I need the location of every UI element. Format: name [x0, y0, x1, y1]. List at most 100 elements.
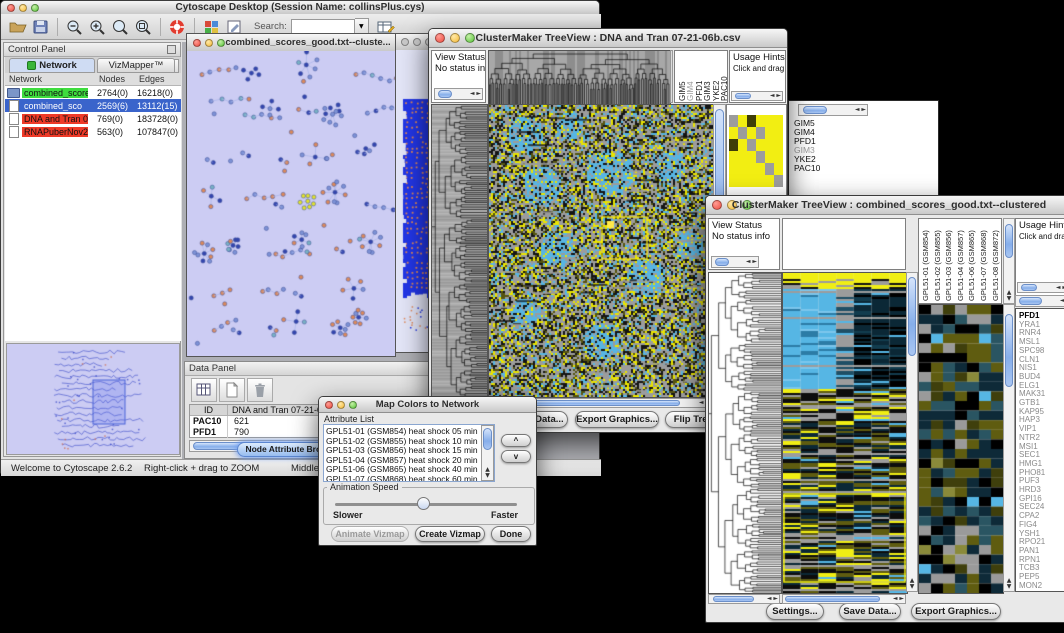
search-input[interactable] — [291, 19, 355, 34]
gene-label[interactable]: NTR2 — [1019, 433, 1040, 442]
column-label[interactable]: GPL51-02 (GSM855) — [933, 221, 942, 301]
scroll-arrows-icon[interactable]: ▲▼ — [1004, 290, 1014, 302]
float-panel-icon[interactable] — [167, 45, 176, 54]
heatmap-cell[interactable] — [774, 115, 783, 127]
gene-label[interactable]: BUD4 — [1019, 372, 1040, 381]
animate-vizmap-button[interactable]: Animate Vizmap — [331, 526, 409, 542]
gene-label[interactable]: CLN1 — [1019, 355, 1039, 364]
zoom-fit-icon[interactable] — [132, 17, 155, 37]
close-button[interactable] — [401, 38, 409, 46]
row-dendrogram[interactable] — [431, 104, 488, 398]
zoomed-heatmap[interactable] — [729, 115, 783, 187]
scrollbar-thumb[interactable] — [715, 258, 729, 266]
window-titlebar[interactable]: Map Colors to Network — [319, 397, 536, 413]
scrollbar-thumb[interactable] — [483, 428, 492, 451]
window-titlebar[interactable]: ClusterMaker TreeView : combined_scores_… — [706, 196, 1064, 215]
heatmap-cell[interactable] — [774, 175, 783, 187]
minimize-button[interactable] — [413, 38, 421, 46]
heatmap-cell[interactable] — [738, 127, 747, 139]
scroll-arrows-icon[interactable]: ◄ ► — [1060, 298, 1064, 304]
gene-label[interactable]: RNR4 — [1019, 328, 1041, 337]
gene-label[interactable]: HRD3 — [1019, 485, 1041, 494]
gene-label[interactable]: MON2 — [1019, 581, 1042, 590]
scrollbar-thumb[interactable] — [438, 90, 452, 98]
column-dendrogram[interactable] — [488, 50, 671, 105]
heatmap-cell[interactable] — [756, 127, 765, 139]
heatmap-cell[interactable] — [729, 139, 738, 151]
heatmap-cell[interactable] — [756, 115, 765, 127]
heatmap-cell[interactable] — [729, 115, 738, 127]
scroll-arrows-icon[interactable]: ◄ ► — [470, 91, 481, 97]
heatmap-cell[interactable] — [765, 163, 774, 175]
gene-label[interactable]: HMG1 — [1019, 459, 1042, 468]
scrollbar[interactable]: ◄ ► — [711, 256, 759, 268]
scrollbar-thumb[interactable] — [908, 277, 916, 356]
scrollbar[interactable]: ◄ ► — [708, 594, 780, 604]
gene-label[interactable]: MAK31 — [1019, 389, 1045, 398]
attribute-list-item[interactable]: GPL51-03 (GSM856) heat shock 15 min — [326, 445, 478, 455]
scrollbar-thumb[interactable] — [1005, 224, 1013, 258]
column-label[interactable]: GPL51-08 (GSM872) — [991, 221, 1000, 301]
speed-slider-thumb[interactable] — [417, 497, 430, 510]
gene-label[interactable]: PHO81 — [1019, 468, 1045, 477]
gene-label[interactable]: MSI1 — [1019, 442, 1038, 451]
move-down-button[interactable]: v — [501, 450, 531, 463]
heatmap-cell[interactable] — [747, 151, 756, 163]
table-cell-id[interactable]: PFD1 — [190, 427, 228, 438]
heatmap-zoom-view[interactable] — [918, 304, 1004, 594]
heatmap-cell[interactable] — [774, 151, 783, 163]
scrollbar-thumb[interactable] — [713, 596, 754, 602]
scroll-arrows-icon[interactable]: ▲▼ — [907, 578, 917, 590]
gene-label[interactable]: PFD1 — [1019, 311, 1039, 320]
scrollbar-thumb[interactable] — [1019, 297, 1042, 305]
gene-label[interactable]: RPO21 — [1019, 537, 1045, 546]
scroll-arrows-icon[interactable]: ◄ ► — [1056, 285, 1064, 291]
gene-label[interactable]: GPI16 — [1019, 494, 1042, 503]
scroll-arrows-icon[interactable]: ◄ ► — [893, 596, 904, 602]
zoom-selected-icon[interactable] — [109, 17, 132, 37]
scrollbar-thumb[interactable] — [785, 596, 880, 602]
gene-label[interactable]: TCB3 — [1019, 563, 1039, 572]
network-list-item[interactable]: DNA and Tran 07769(0)183728(0) — [5, 112, 181, 125]
open-session-icon[interactable] — [6, 17, 29, 37]
table-cell-id[interactable]: PAC10 — [190, 416, 228, 427]
gene-label[interactable]: VIP1 — [1019, 424, 1036, 433]
scrollbar[interactable]: ▲▼ — [1003, 218, 1015, 304]
heatmap-cell[interactable] — [738, 163, 747, 175]
window-titlebar[interactable]: ClusterMaker TreeView : DNA and Tran 07-… — [429, 29, 787, 48]
heatmap-cell[interactable] — [729, 151, 738, 163]
gene-label[interactable]: CPA2 — [1019, 511, 1039, 520]
attribute-list-item[interactable]: GPL51-06 (GSM865) heat shock 40 min — [326, 464, 478, 474]
scrollbar[interactable]: ◄ ► — [798, 104, 868, 116]
attribute-select-icon[interactable] — [191, 378, 217, 402]
scroll-arrows-icon[interactable]: ◄ ► — [746, 259, 757, 265]
gene-label[interactable]: YRA1 — [1019, 320, 1040, 329]
zoom-out-icon[interactable] — [63, 17, 86, 37]
gene-label[interactable]: HAP3 — [1019, 415, 1040, 424]
heatmap-cell[interactable] — [765, 151, 774, 163]
heatmap-cell[interactable] — [747, 175, 756, 187]
gene-label[interactable]: SEC24 — [1019, 502, 1044, 511]
gene-label[interactable]: RPN1 — [1019, 555, 1040, 564]
heatmap-cell[interactable] — [747, 163, 756, 175]
scroll-arrows-icon[interactable]: ▲▼ — [1004, 578, 1014, 590]
scrollbar-thumb[interactable] — [1021, 284, 1036, 291]
scrollbar[interactable]: ◄ ► — [1017, 282, 1064, 293]
heatmap-cell[interactable] — [774, 139, 783, 151]
column-label[interactable]: GIM3 — [703, 53, 712, 101]
gene-label[interactable]: PUF3 — [1019, 476, 1039, 485]
heatmap-cell[interactable] — [774, 127, 783, 139]
tab-vizmapper[interactable]: VizMapper™ — [97, 58, 175, 73]
column-label[interactable]: GPL51-01 (GSM854) — [921, 221, 930, 301]
network-list-item[interactable]: RNAPuberNov2+563(0)107847(0) — [5, 125, 181, 138]
tab-network[interactable]: Network — [9, 58, 95, 73]
network-view-canvas[interactable] — [187, 51, 395, 356]
treeview-button[interactable]: Export Graphics... — [575, 411, 659, 428]
gene-label[interactable]: YSH1 — [1019, 529, 1040, 538]
network-list-item[interactable]: combined_scores2764(0)16218(0) — [5, 86, 181, 99]
heatmap-cell[interactable] — [747, 115, 756, 127]
heatmap-global-view[interactable] — [782, 272, 908, 594]
column-label[interactable]: GPL51-07 (GSM868) — [979, 221, 988, 301]
save-session-icon[interactable] — [29, 17, 52, 37]
scrollbar[interactable]: ◄ ► — [731, 91, 783, 101]
